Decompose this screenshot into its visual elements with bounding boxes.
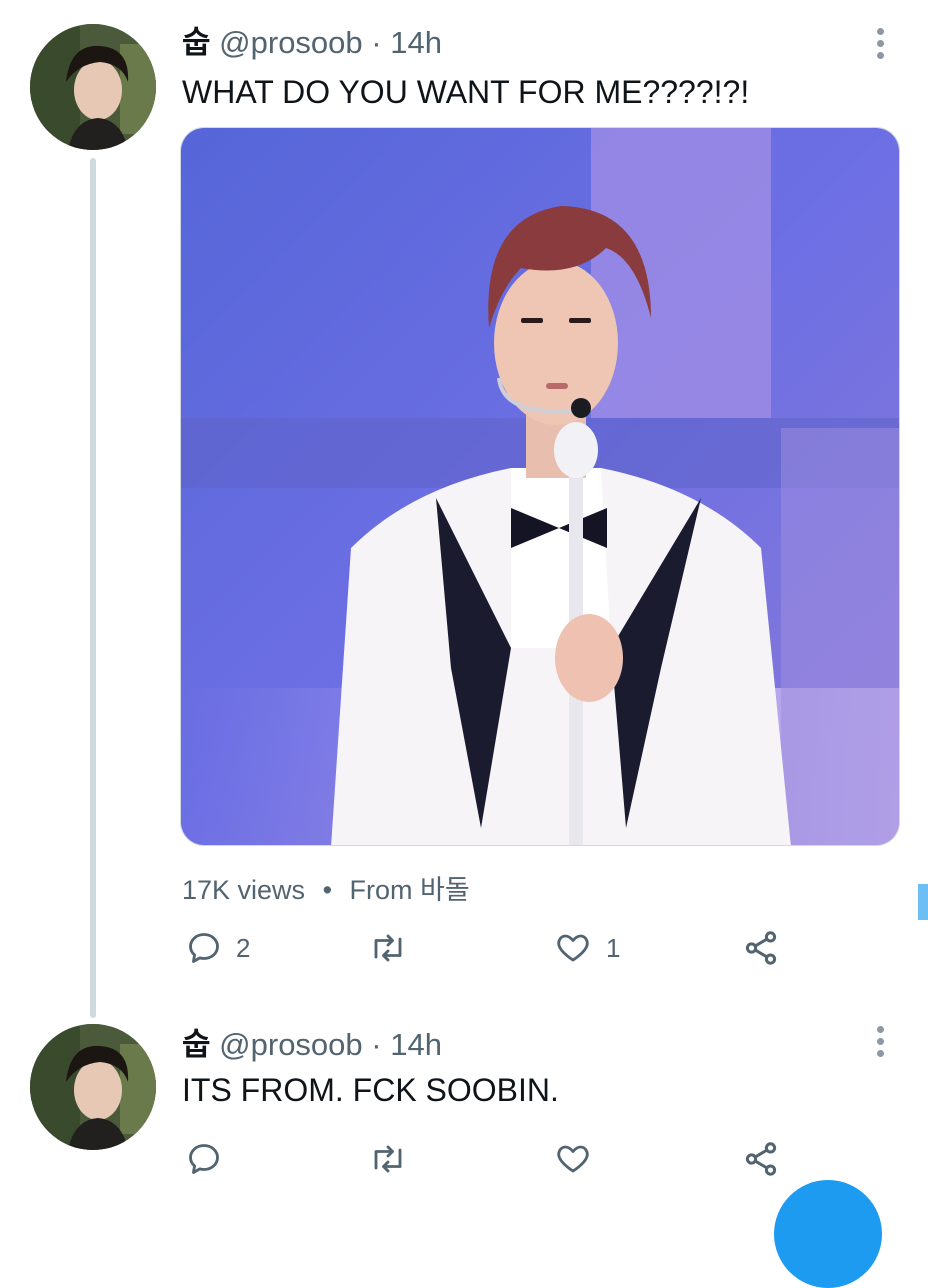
reply-icon (186, 930, 222, 966)
share-button[interactable] (742, 923, 780, 973)
share-button[interactable] (742, 1134, 780, 1184)
retweet-button[interactable] (368, 1134, 422, 1184)
tweet-actions: 2 1 (182, 923, 902, 973)
author-name[interactable]: 숩 (182, 1027, 211, 1063)
tweet-photo[interactable] (180, 127, 900, 846)
reply-count: 2 (236, 932, 251, 963)
avatar[interactable] (30, 1024, 156, 1150)
author-handle[interactable]: @prosoob (219, 1027, 363, 1062)
tweet-time[interactable]: 14h (390, 1027, 442, 1062)
more-vertical-icon[interactable] (870, 1026, 890, 1066)
tweet-2[interactable]: 숩 @prosoob · 14h ITS FROM. FCK SOOBIN. (0, 1010, 928, 1200)
avatar[interactable] (30, 24, 156, 150)
photo-image (181, 128, 899, 845)
author-name[interactable]: 숩 (182, 25, 211, 61)
tweet-header: 숩 @prosoob · 14h (182, 25, 442, 61)
tweet-header: 숩 @prosoob · 14h (182, 1027, 442, 1063)
tweet-text: WHAT DO YOU WANT FOR ME????!?! (182, 74, 750, 110)
compose-fab[interactable] (774, 1180, 882, 1288)
scroll-indicator[interactable] (918, 884, 928, 920)
header-separator: · (371, 1027, 382, 1062)
tweet-time[interactable]: 14h (390, 25, 442, 60)
meta-separator: • (322, 875, 333, 905)
tweet-meta: 17K views • From 바돌 (182, 868, 470, 907)
author-handle[interactable]: @prosoob (219, 25, 363, 60)
view-count[interactable]: 17K views (182, 875, 305, 905)
like-button[interactable] (554, 1134, 606, 1184)
tweet-actions (182, 1134, 902, 1184)
heart-icon (554, 1141, 592, 1177)
tweet-1[interactable]: 숩 @prosoob · 14h WHAT DO YOU WANT FOR ME… (0, 0, 928, 1010)
retweet-icon (368, 1141, 408, 1177)
tweet-source: From 바돌 (349, 875, 470, 905)
reply-button[interactable] (186, 1134, 236, 1184)
reply-button[interactable]: 2 (186, 923, 250, 973)
share-icon (742, 1140, 780, 1178)
more-vertical-icon[interactable] (870, 28, 890, 68)
reply-icon (186, 1141, 222, 1177)
header-separator: · (371, 25, 382, 60)
retweet-button[interactable] (368, 923, 422, 973)
retweet-icon (368, 930, 408, 966)
like-button[interactable]: 1 (554, 923, 620, 973)
tweet-text: ITS FROM. FCK SOOBIN. (182, 1072, 559, 1108)
like-count: 1 (606, 932, 621, 963)
heart-icon (554, 930, 592, 966)
share-icon (742, 929, 780, 967)
